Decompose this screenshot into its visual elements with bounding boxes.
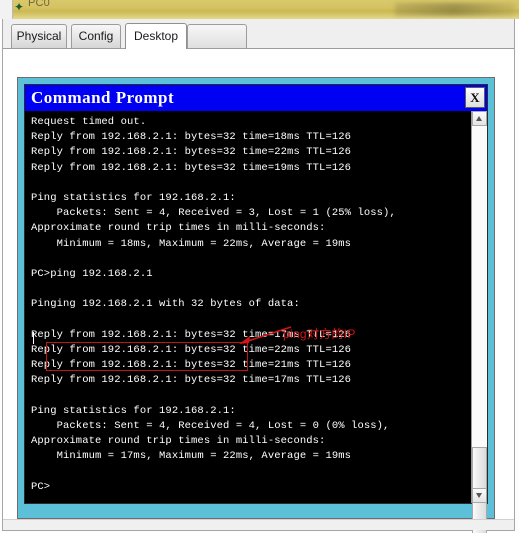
titlebar-window-controls[interactable] [395,3,515,16]
scrollbar-track[interactable] [472,126,487,533]
application-window: ✦ PC0 Physical Config Desktop Command Pr… [0,0,519,533]
desktop-tab-content: Command Prompt X Request timed out. Repl… [3,49,514,533]
terminal-output-area[interactable]: Request timed out. Reply from 192.168.2.… [25,111,471,503]
down-triangle-glyph [476,493,482,498]
up-triangle-glyph [476,116,482,121]
tab-config[interactable]: Config [71,24,121,48]
os-window-titlebar: ✦ PC0 [0,0,519,19]
annotation-text: ping对方的IP [283,327,356,341]
text-cursor [33,332,34,344]
tab-bar-filler [187,24,247,48]
terminal-output-text: Request timed out. Reply from 192.168.2.… [31,116,396,493]
pc-device-icon: ✦ [14,0,25,14]
scroll-down-arrow-icon[interactable] [472,488,487,503]
tab-bar: Physical Config Desktop [3,19,514,49]
tab-physical[interactable]: Physical [11,24,67,48]
os-window-title: PC0 [28,0,50,9]
tab-desktop[interactable]: Desktop [125,23,187,49]
terminal-scrollbar[interactable] [471,111,487,533]
command-prompt-titlebar: Command Prompt X [25,85,487,111]
command-prompt-window: Command Prompt X Request timed out. Repl… [24,84,488,533]
command-prompt-title: Command Prompt [31,88,175,107]
titlebar-left-edge [0,0,13,19]
panel-bottom-edge [3,519,514,530]
terminal-outer-frame: Command Prompt X Request timed out. Repl… [17,77,495,533]
close-icon[interactable]: X [465,87,485,108]
device-config-panel: Physical Config Desktop Command Prompt X… [2,19,515,533]
scroll-up-arrow-icon[interactable] [472,111,487,126]
